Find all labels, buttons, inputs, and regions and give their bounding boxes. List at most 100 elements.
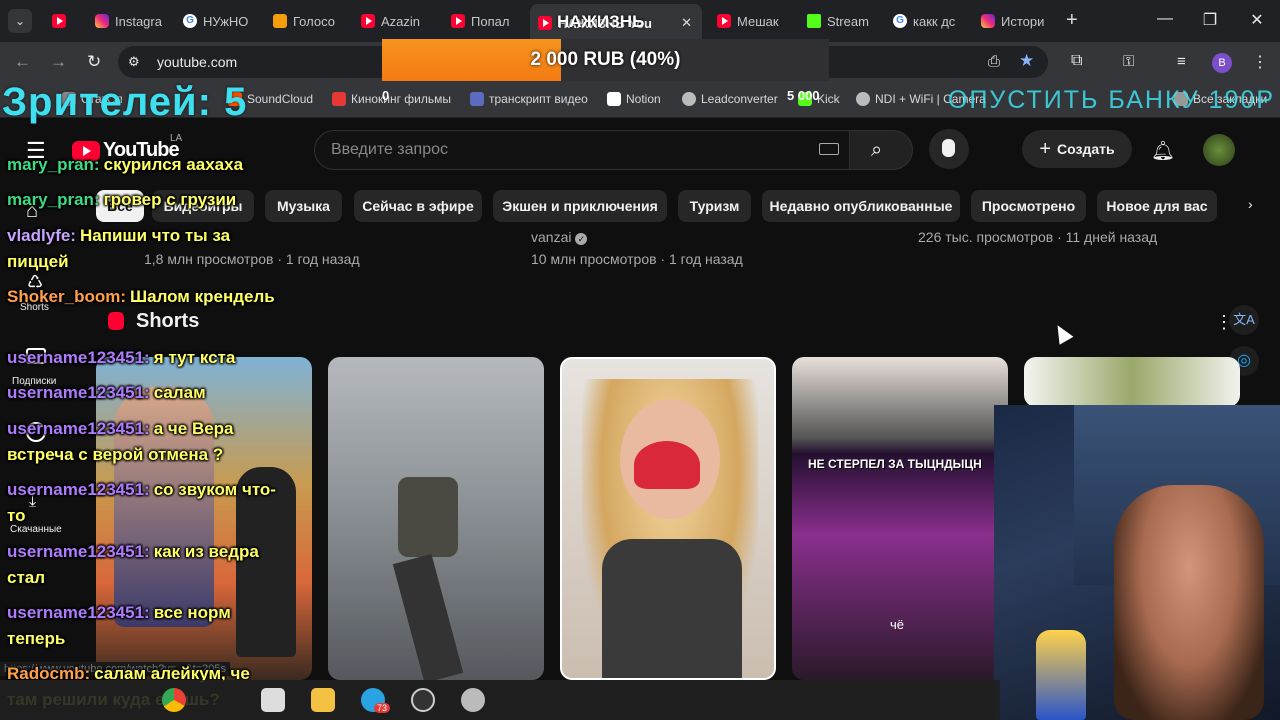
bookmark-item[interactable]: Leadconverter xyxy=(682,92,778,106)
short-thumbnail[interactable] xyxy=(1024,357,1240,407)
video-views: 226 тыс. просмотров · 11 дней назад xyxy=(918,229,1158,245)
browser-tab[interactable] xyxy=(52,8,78,34)
forward-button[interactable]: → xyxy=(50,52,67,72)
chip-watched[interactable]: Просмотрено xyxy=(971,190,1086,222)
create-button[interactable]: + Создать xyxy=(1022,130,1132,168)
chat-message: mary_pran: гровер с грузии xyxy=(7,187,277,213)
webcam-person xyxy=(1114,485,1264,720)
chat-username: mary_pran: xyxy=(7,155,100,174)
chat-username: username123451: xyxy=(7,348,150,367)
chat-message: username123451: я тут кста xyxy=(7,345,277,371)
settings-gear-icon[interactable] xyxy=(461,688,485,712)
bottle-icon xyxy=(1036,630,1086,720)
chat-text: скурился аахаха xyxy=(103,155,244,174)
chat-message: username123451: салам xyxy=(7,380,277,406)
browser-tab[interactable]: Голосо xyxy=(273,8,343,34)
folder-icon[interactable] xyxy=(311,688,335,712)
chat-username: username123451: xyxy=(7,383,150,402)
youtube-icon xyxy=(717,14,731,28)
donation-goal-min: 0 xyxy=(382,88,390,103)
chat-message: username123451: со звуком что-то xyxy=(7,477,277,529)
kick-icon xyxy=(807,14,821,28)
chip-live[interactable]: Сейчас в эфире xyxy=(354,190,482,222)
site-info-icon[interactable]: ⚙ xyxy=(128,54,140,70)
donation-goal-bar: 2 000 RUB (40%) xyxy=(382,39,829,81)
chat-message: mary_pran: скурился аахаха xyxy=(7,152,277,178)
notion-icon xyxy=(607,92,621,106)
mouse-cursor-icon xyxy=(1050,321,1074,345)
short-thumbnail[interactable]: НЕ СТЕРПЕЛ ЗА ТЫЦНДЫЦН чё xyxy=(792,357,1008,680)
microphone-icon xyxy=(942,139,955,157)
app-icon[interactable] xyxy=(261,688,285,712)
extensions-icon[interactable]: ⧉ xyxy=(1071,52,1082,70)
browser-tab[interactable]: G НУжНО xyxy=(183,8,253,34)
shorts-logo-icon xyxy=(108,312,124,330)
donation-goal-title: НАЖИЗНЬ xyxy=(557,12,645,31)
chrome-icon[interactable] xyxy=(162,688,186,712)
short-thumbnail[interactable] xyxy=(328,357,544,680)
keyboard-icon[interactable] xyxy=(819,143,839,155)
webcam-overlay xyxy=(994,405,1280,720)
media-icon[interactable]: ≡ xyxy=(1177,53,1186,70)
plus-icon: + xyxy=(1039,137,1052,160)
youtube-icon xyxy=(361,14,375,28)
chip-travel[interactable]: Туризм xyxy=(678,190,751,222)
youtube-icon xyxy=(52,14,66,28)
chip-new-for-you[interactable]: Новое для вас xyxy=(1097,190,1217,222)
chat-text: гровер с грузии xyxy=(103,190,237,209)
profile-avatar[interactable]: B xyxy=(1212,53,1232,73)
translate-icon[interactable]: 文A xyxy=(1229,305,1259,335)
chat-username: username123451: xyxy=(7,603,150,622)
browser-tab[interactable]: Azazin xyxy=(361,8,431,34)
browser-tab[interactable]: Gкакк дс xyxy=(893,8,965,34)
leadconverter-icon xyxy=(682,92,696,106)
donation-goal-text: 2 000 RUB (40%) xyxy=(530,49,681,70)
browser-tab[interactable]: Попал xyxy=(451,8,521,34)
short-thumbnail[interactable] xyxy=(560,357,776,680)
install-app-icon[interactable]: ⎙ xyxy=(988,53,1000,70)
windows-taskbar xyxy=(0,680,1000,720)
bookmark-item[interactable]: транскрипт видео xyxy=(470,92,588,106)
donation-goal-max: 5 000 xyxy=(787,88,820,103)
account-avatar[interactable] xyxy=(1203,134,1235,166)
globe-icon xyxy=(856,92,870,106)
chip-recent[interactable]: Недавно опубликованные xyxy=(762,190,960,222)
url-text: youtube.com xyxy=(157,54,238,70)
verified-icon: ✓ xyxy=(575,233,588,245)
back-button[interactable]: ← xyxy=(14,52,31,72)
reload-button[interactable]: ↻ xyxy=(87,52,101,72)
video-views: 10 млн просмотров · 1 год назад xyxy=(531,251,743,267)
youtube-icon xyxy=(451,14,465,28)
browser-tab[interactable]: Мешак xyxy=(717,8,789,34)
browser-tab[interactable]: Stream xyxy=(807,8,879,34)
browser-menu-icon[interactable]: ⋮ xyxy=(1252,52,1268,72)
chat-text: я тут кста xyxy=(153,348,236,367)
goal-text: ОПУСТИТЬ БАНКУ 190Р xyxy=(948,86,1276,114)
google-icon: G xyxy=(183,14,197,28)
passwords-icon[interactable]: ⚿ xyxy=(1123,53,1134,70)
bookmark-item[interactable]: Notion xyxy=(607,92,661,106)
browser-tab[interactable]: Истори xyxy=(981,8,1053,34)
video-channel[interactable]: vanzai ✓ xyxy=(531,229,588,245)
chat-username: username123451: xyxy=(7,542,150,561)
close-tab-icon[interactable]: ✕ xyxy=(681,15,692,31)
bookmark-item[interactable]: Кинокинг фильмы xyxy=(332,92,451,106)
search-input[interactable]: Введите запрос xyxy=(331,141,448,159)
tab-list-dropdown[interactable]: ⌄ xyxy=(8,9,32,33)
chat-username: vladlyfe: xyxy=(7,226,76,245)
short-caption: НЕ СТЕРПЕЛ ЗА ТЫЦНДЫЦН xyxy=(808,457,982,471)
chat-message: username123451: все норм теперь xyxy=(7,600,277,652)
new-tab-button[interactable]: + xyxy=(1066,9,1078,32)
maximize-button[interactable]: ❐ xyxy=(1200,10,1220,30)
chip-action[interactable]: Экшен и приключения xyxy=(493,190,667,222)
browser-tab[interactable]: Instagra xyxy=(95,8,165,34)
bookmark-star-icon[interactable]: ★ xyxy=(1019,51,1034,71)
chips-next-icon[interactable]: › xyxy=(1248,196,1253,212)
thumbnail-weapon xyxy=(392,553,464,680)
obs-icon[interactable] xyxy=(411,688,435,712)
chat-text: Шалом крендель xyxy=(130,287,275,306)
minimize-button[interactable]: — xyxy=(1155,10,1175,28)
chat-username: username123451: xyxy=(7,480,150,499)
notifications-bell-icon[interactable]: 🔔︎ xyxy=(1151,139,1175,163)
close-window-button[interactable]: ✕ xyxy=(1247,10,1267,30)
